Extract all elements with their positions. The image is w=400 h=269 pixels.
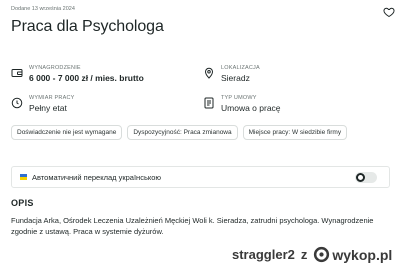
watermark-z: z [300,247,308,262]
wykop-logo-icon [314,246,330,263]
tag-workplace: Miejsce pracy: W siedzibie firmy [242,125,348,140]
posted-date: Dodane 13 września 2024 [11,6,75,12]
location-info: LOKALIZACJA Sieradz [203,64,260,84]
tag-experience: Doświadczenie nie jest wymagane [11,125,123,140]
contract-icon [204,97,214,109]
salary-value: 6 000 - 7 000 zł / mies. brutto [29,73,144,83]
work-time-label: WYMIAR PRACY [29,95,75,101]
salary-label: WYNAGRODZENIE [29,65,81,71]
tag-availability: Dyspozycyjność: Praca zmianowa [127,125,238,140]
location-label: LOKALIZACJA [221,65,260,71]
contract-value: Umowa o pracę [221,103,281,113]
ukraine-flag-icon [20,174,27,180]
work-time-info: WYMIAR PRACY Pełny etat [11,94,75,114]
clock-icon [11,97,23,109]
watermark-site: wykop.pl [332,246,393,263]
toggle-knob [356,173,365,182]
wallet-icon [11,69,23,77]
wykop-watermark: straggler2 z wykop.pl [232,246,392,263]
translation-toggle[interactable] [355,172,377,183]
heart-icon[interactable] [383,6,395,18]
translation-label: Автоматичний переклад українською [32,172,162,182]
description-text: Fundacja Arka, Ośrodek Leczenia Uzależni… [11,216,374,236]
translation-bar: Автоматичний переклад українською [11,166,390,188]
salary-info: WYNAGRODZENIE 6 000 - 7 000 zł / mies. b… [11,64,144,84]
wykop-logo: wykop.pl [313,246,392,263]
page-title: Praca dla Psychologa [11,18,164,35]
description-heading: OPIS [11,198,34,208]
contract-info: TYP UMOWY Umowa o pracę [203,94,281,114]
location-pin-icon [204,67,214,79]
watermark-user: straggler2 [232,247,295,262]
contract-label: TYP UMOWY [221,95,257,101]
work-time-value: Pełny etat [29,103,67,113]
job-tags: Doświadczenie nie jest wymagane Dyspozyc… [11,125,348,140]
location-value: Sieradz [221,73,250,83]
